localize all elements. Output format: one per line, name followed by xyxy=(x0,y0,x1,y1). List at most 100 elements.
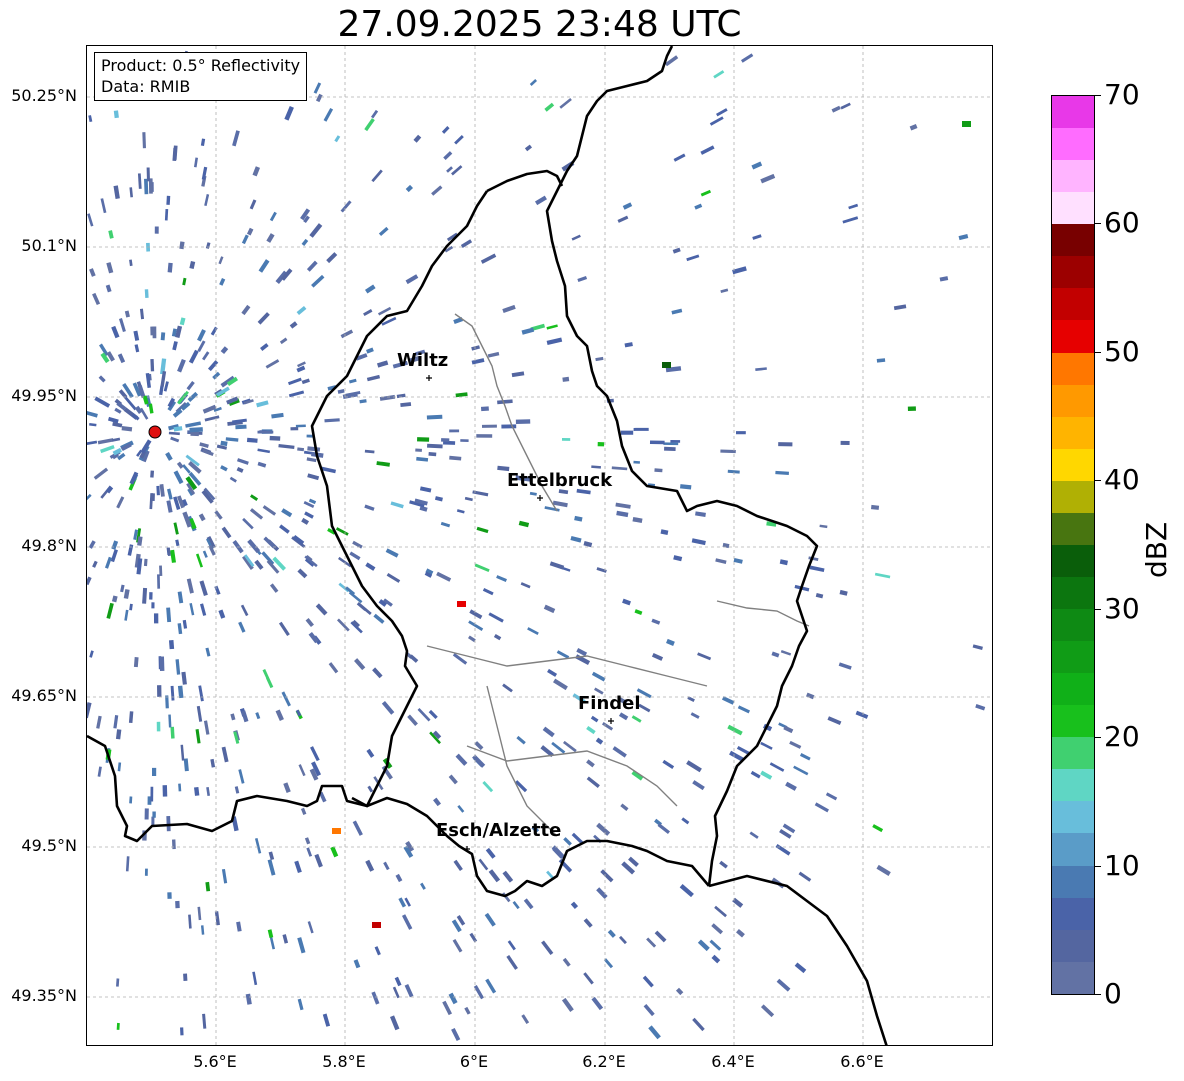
echo-cell xyxy=(633,427,649,431)
echo-cell xyxy=(241,304,251,316)
echo-cell xyxy=(149,592,153,600)
echo-cell xyxy=(660,529,669,535)
echo-cell xyxy=(254,559,264,570)
echo-cell xyxy=(139,308,145,320)
echo-cell xyxy=(805,692,815,700)
lon-label: 5.8°E xyxy=(322,1052,366,1071)
echo-cell xyxy=(733,558,743,564)
colorbar-tick xyxy=(1095,994,1101,995)
echo-cell xyxy=(306,260,318,272)
echo-cell xyxy=(721,696,735,705)
echo-cell xyxy=(133,657,139,668)
radar-map[interactable] xyxy=(86,45,993,1046)
echo-cell xyxy=(431,185,443,196)
echo-cell xyxy=(127,544,134,556)
radar-site-marker xyxy=(148,425,162,439)
echo-cell xyxy=(183,973,188,982)
info-box: Product: 0.5° Reflectivity Data: RMIB xyxy=(94,52,308,101)
echo-cell xyxy=(501,424,517,429)
echo-cell xyxy=(496,575,507,582)
echo-cell xyxy=(454,135,464,145)
echo-cell xyxy=(570,535,582,543)
lat-label: 50.25°N xyxy=(11,86,77,105)
echo-cell xyxy=(471,345,480,351)
echo-cell xyxy=(681,817,690,825)
echo-cell xyxy=(442,1000,453,1016)
echo-cell xyxy=(125,856,130,872)
echo-cell xyxy=(198,513,206,522)
echo-cell xyxy=(396,393,406,399)
echo-cell xyxy=(120,584,125,593)
colorbar-band xyxy=(1052,512,1094,545)
echo-cell xyxy=(258,259,270,273)
echo-cell xyxy=(547,668,558,677)
echo-cell xyxy=(202,351,210,361)
echo-cell xyxy=(366,347,374,354)
echo-cell xyxy=(615,502,631,509)
echo-cell xyxy=(562,957,571,967)
echo-cell xyxy=(137,173,142,189)
echo-cell xyxy=(271,412,284,419)
echo-cell xyxy=(202,1013,207,1029)
echo-cell xyxy=(471,358,485,365)
echo-cell xyxy=(690,712,700,719)
lat-label: 49.65°N xyxy=(11,686,77,705)
echo-cell xyxy=(464,1006,471,1015)
echo-cell xyxy=(481,424,497,428)
echo-cell xyxy=(413,134,422,143)
echo-cell xyxy=(367,785,374,793)
colorbar-tick-label: 40 xyxy=(1104,463,1140,496)
echo-cell xyxy=(352,820,363,836)
echo-cell xyxy=(692,1017,705,1032)
echo-cell xyxy=(207,360,219,372)
echo-cell xyxy=(449,429,460,433)
echo-cell xyxy=(170,436,180,443)
colorbar-tick-label: 70 xyxy=(1104,78,1140,111)
echo-cell xyxy=(401,914,413,930)
echo-cell xyxy=(695,511,706,517)
echo-cell xyxy=(595,356,604,362)
echo-cell xyxy=(185,421,202,428)
echo-cell xyxy=(304,511,314,519)
echo-cell xyxy=(586,725,596,735)
echo-cell xyxy=(709,939,722,951)
echo-cell xyxy=(798,871,812,882)
echo-cell xyxy=(511,371,525,378)
echo-cell xyxy=(279,524,290,534)
echo-cell xyxy=(151,816,155,826)
lat-label: 50.1°N xyxy=(21,236,77,255)
echo-cell xyxy=(143,558,148,567)
colorbar-band xyxy=(1052,673,1094,706)
echo-cell xyxy=(611,466,628,471)
echo-cell xyxy=(474,563,490,572)
echo-cell xyxy=(205,881,211,892)
echo-cell xyxy=(776,978,791,992)
echo-cell xyxy=(534,195,547,206)
echo-cell xyxy=(972,644,983,650)
echo-cell xyxy=(111,325,120,339)
echo-cell xyxy=(314,853,323,868)
echo-cell xyxy=(799,753,811,761)
city-label-esch-alzette: Esch/Alzette xyxy=(436,820,562,841)
echo-cell xyxy=(502,683,513,693)
echo-cell xyxy=(716,108,728,117)
echo-cell xyxy=(456,509,465,514)
echo-cell xyxy=(229,476,237,483)
echo-cell xyxy=(156,485,160,496)
colorbar-tick-label: 60 xyxy=(1104,206,1140,239)
echo-cell xyxy=(760,1004,775,1018)
echo-cell xyxy=(675,987,684,996)
echo-cell xyxy=(269,211,277,222)
echo-cell xyxy=(180,744,185,761)
echo-cell xyxy=(457,804,465,813)
echo-cell xyxy=(105,284,112,293)
echo-cell xyxy=(711,954,721,964)
echo-cell xyxy=(151,602,155,609)
echo-cell xyxy=(114,407,122,414)
echo-cell xyxy=(193,157,199,168)
echo-cell xyxy=(809,565,825,573)
echo-cell xyxy=(337,389,345,394)
echo-cell xyxy=(480,253,497,264)
echo-cell xyxy=(663,442,679,446)
echo-cell xyxy=(751,161,763,170)
